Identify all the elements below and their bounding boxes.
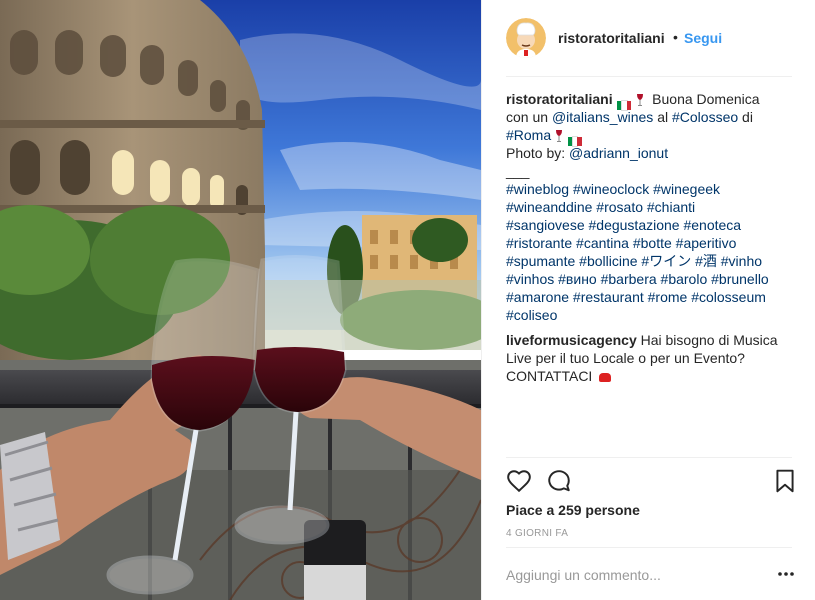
post-timestamp: 4 GIORNI FA	[506, 528, 569, 539]
comment-icon	[548, 470, 570, 492]
post-side-panel: ristoratoritaliani • Segui ristoratorita…	[481, 0, 815, 600]
mention-link[interactable]: @adriann_ionut	[569, 145, 668, 161]
photo-colosseum-wine-toast	[0, 0, 481, 600]
avatar[interactable]	[506, 18, 546, 58]
hashtag-line[interactable]: #wineanddine #rosato #chianti	[506, 199, 695, 215]
action-bar	[502, 468, 802, 494]
wine-glass-icon	[556, 130, 563, 143]
hashtag-line[interactable]: #wineblog #wineoclock #winegeek	[506, 181, 720, 197]
more-options-icon	[778, 572, 794, 576]
divider	[506, 76, 792, 77]
divider	[506, 547, 792, 548]
hashtag-line[interactable]: #ristorante #cantina #botte #aperitivo	[506, 235, 736, 251]
author-username[interactable]: ristoratoritaliani	[558, 30, 665, 46]
italy-flag-icon	[617, 96, 632, 111]
hashtag-line[interactable]: #sangiovese #degustazione #enoteca	[506, 217, 741, 233]
likes-count[interactable]: Piace a 259 persone	[506, 502, 640, 518]
bookmark-icon	[776, 469, 794, 493]
comment-text: Live per il tuo Locale o per un Evento?	[506, 350, 745, 366]
mention-link[interactable]: @italians_wines	[552, 109, 653, 125]
hashtag-line[interactable]: #vinhos #вино #barbera #barolo #brunello	[506, 271, 769, 287]
comment-username[interactable]: liveformusicagency	[506, 332, 637, 348]
comments-section: ristoratoritaliani Buona Domenica con un…	[506, 90, 796, 385]
telephone-icon	[599, 372, 612, 382]
caption-text-1: Buona Domenica	[652, 91, 760, 107]
divider	[506, 457, 792, 458]
caption: ristoratoritaliani Buona Domenica con un…	[506, 90, 796, 324]
hashtag-link[interactable]: #Roma	[506, 127, 551, 143]
caption-divider: ___	[506, 163, 530, 179]
comment-item: liveformusicagency Hai bisogno di Musica…	[506, 331, 796, 385]
comment-button[interactable]	[546, 468, 572, 494]
caption-username[interactable]: ristoratoritaliani	[506, 91, 613, 107]
hashtag-line[interactable]: #coliseo	[506, 307, 557, 323]
post-photo[interactable]	[0, 0, 481, 600]
comment-text: Hai bisogno di Musica	[640, 332, 778, 348]
italy-flag-icon	[567, 132, 582, 147]
hashtag-link[interactable]: #Colosseo	[672, 109, 738, 125]
like-button[interactable]	[506, 468, 532, 494]
wine-glass-icon	[637, 94, 644, 107]
separator-dot: •	[673, 29, 678, 45]
photo-credit-label: Photo by:	[506, 145, 566, 161]
heart-icon	[507, 470, 531, 493]
save-button[interactable]	[772, 468, 798, 494]
post-header: ristoratoritaliani • Segui	[482, 0, 815, 77]
comment-text: CONTATTACI	[506, 368, 593, 384]
caption-text-3: al	[657, 109, 669, 125]
hashtag-line[interactable]: #spumante #bollicine #ワイン #酒 #vinho	[506, 253, 762, 269]
caption-text-4: di	[742, 109, 753, 125]
follow-button[interactable]: Segui	[684, 30, 722, 46]
more-options-button[interactable]	[776, 566, 796, 582]
comment-input[interactable]	[506, 566, 761, 584]
hashtag-line[interactable]: #amarone #restaurant #rome #colosseum	[506, 289, 766, 305]
caption-text-2: con un	[506, 109, 549, 125]
chef-avatar-icon	[506, 18, 546, 58]
